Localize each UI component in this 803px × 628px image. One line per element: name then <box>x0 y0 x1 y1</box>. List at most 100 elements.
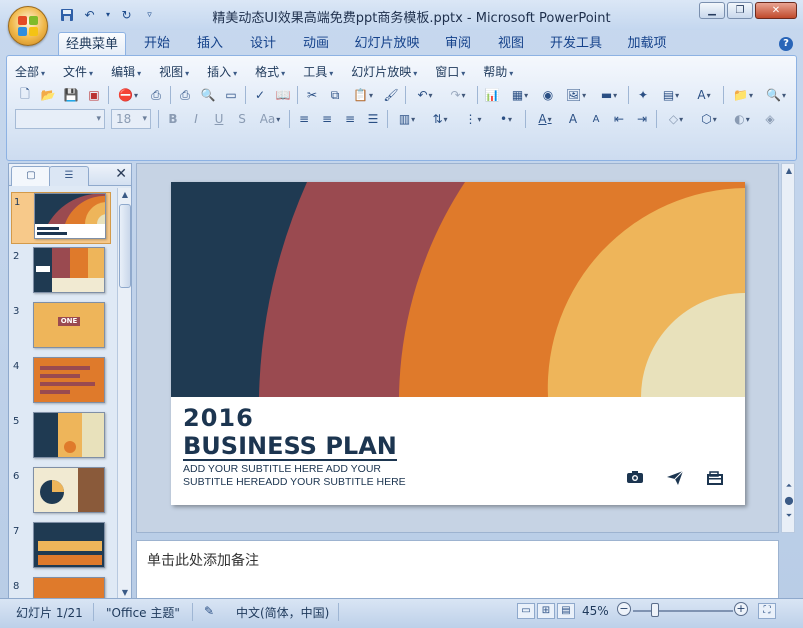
bold-icon[interactable]: B <box>163 109 183 129</box>
chart-icon[interactable]: 📊 <box>482 85 502 105</box>
office-button[interactable] <box>8 6 48 46</box>
tab-insert[interactable]: 插入 <box>191 32 229 56</box>
tab-animation[interactable]: 动画 <box>297 32 335 56</box>
slides-tab[interactable]: ▢ <box>11 166 51 186</box>
previous-slide-icon[interactable]: ⏶ <box>783 480 795 492</box>
next-slide-icon[interactable]: ⏷ <box>783 510 795 522</box>
change-case-icon[interactable]: Aa <box>255 109 285 129</box>
tab-classic-menu[interactable]: 经典菜单 <box>58 32 126 56</box>
slide-sorter-icon[interactable]: ⊞ <box>537 603 555 619</box>
arrange-icon[interactable]: ⬡ <box>694 109 724 129</box>
menu-window[interactable]: 窗口 ▾ <box>435 63 465 81</box>
slide-thumbnail-4[interactable]: 4 <box>11 357 111 409</box>
attach-icon[interactable]: ⎙ <box>146 85 166 105</box>
select-browse-icon[interactable]: ⬤ <box>783 495 795 507</box>
fill-icon[interactable]: ◈ <box>760 109 780 129</box>
zoom-out-icon[interactable]: − <box>617 602 631 616</box>
undo-icon[interactable]: ↶ <box>410 85 440 105</box>
print-icon[interactable]: ⎙ <box>175 85 195 105</box>
slide-thumbnail-2[interactable]: 2 <box>11 247 111 299</box>
table-icon[interactable]: ▦ <box>505 85 535 105</box>
slide-thumbnail-5[interactable]: 5 <box>11 412 111 464</box>
paste-icon[interactable]: 📋 <box>348 85 378 105</box>
font-name-combo[interactable] <box>15 109 105 129</box>
permission-icon[interactable]: ⛔ <box>113 85 143 105</box>
menu-insert[interactable]: 插入 ▾ <box>207 63 237 81</box>
align-center-icon[interactable]: ≡ <box>317 109 337 129</box>
notes-pane[interactable]: 单击此处添加备注 <box>136 540 779 600</box>
spelling-icon[interactable]: ✓ <box>250 85 270 105</box>
shadow-icon[interactable]: S <box>232 109 252 129</box>
restore-button[interactable]: ❐ <box>727 2 753 19</box>
font-size-combo[interactable]: 18 <box>111 109 151 129</box>
tab-view[interactable]: 视图 <box>492 32 530 56</box>
tab-slideshow[interactable]: 幻灯片放映 <box>352 32 422 56</box>
textbox-icon[interactable]: A <box>689 85 719 105</box>
close-button[interactable]: ✕ <box>755 2 797 19</box>
zoom-level[interactable]: 45% <box>582 604 609 618</box>
minimize-button[interactable]: ▁ <box>699 2 725 19</box>
print-preview-icon[interactable]: 🔍 <box>198 85 218 105</box>
zoom-slider-handle[interactable] <box>651 603 659 617</box>
cut-icon[interactable]: ✂ <box>302 85 322 105</box>
color-icon[interactable]: ▬ <box>594 85 624 105</box>
menu-slideshow[interactable]: 幻灯片放映 ▾ <box>351 63 417 81</box>
justify-icon[interactable]: ☰ <box>363 109 383 129</box>
menu-help[interactable]: 帮助 ▾ <box>483 63 513 81</box>
scroll-up-icon[interactable]: ▲ <box>119 189 131 201</box>
fit-to-window-icon[interactable]: ⛶ <box>758 603 776 619</box>
copy-icon[interactable]: ⧉ <box>325 85 345 105</box>
tab-addins[interactable]: 加载项 <box>622 32 672 56</box>
slide-year[interactable]: 2016 <box>183 404 254 432</box>
tab-developer[interactable]: 开发工具 <box>547 32 605 56</box>
new-slide-icon[interactable]: ✦ <box>633 85 653 105</box>
outline-tab[interactable]: ☰ <box>49 166 89 186</box>
shrink-font-icon[interactable]: A <box>586 109 606 129</box>
underline-icon[interactable]: U <box>209 109 229 129</box>
slide-thumbnail-8[interactable]: 8 <box>11 577 111 600</box>
align-left-icon[interactable]: ≡ <box>294 109 314 129</box>
scroll-up-icon[interactable]: ▲ <box>783 165 795 177</box>
slide-thumbnail-7[interactable]: 7 <box>11 522 111 574</box>
menu-view[interactable]: 视图 ▾ <box>159 63 189 81</box>
menu-file[interactable]: 文件 ▾ <box>63 63 93 81</box>
zoom-in-icon[interactable]: + <box>734 602 748 616</box>
tab-home[interactable]: 开始 <box>138 32 176 56</box>
format-painter-icon[interactable]: 🖌 <box>381 85 401 105</box>
screen-icon[interactable]: ▭ <box>221 85 241 105</box>
scroll-thumb[interactable] <box>119 204 131 288</box>
tab-design[interactable]: 设计 <box>244 32 282 56</box>
slide-thumbnail-1[interactable]: 1 <box>11 192 111 244</box>
numbering-icon[interactable]: ⋮ <box>458 109 488 129</box>
open-icon[interactable]: 📂 <box>38 85 58 105</box>
shapes-icon[interactable]: ◇ <box>661 109 691 129</box>
bullets-icon[interactable]: • <box>491 109 521 129</box>
font-color-icon[interactable]: A <box>530 109 560 129</box>
close-icon[interactable]: ✕ <box>115 166 127 182</box>
research-icon[interactable]: 📖 <box>273 85 293 105</box>
editor-scrollbar[interactable]: ▲ ⏶ ⬤ ⏷ <box>781 163 795 533</box>
layout-icon[interactable]: ▤ <box>656 85 686 105</box>
text-box-icon[interactable]: ▥ <box>392 109 422 129</box>
save-icon[interactable]: 💾 <box>61 85 81 105</box>
italic-icon[interactable]: I <box>186 109 206 129</box>
zoom-slider[interactable] <box>633 610 733 612</box>
menu-all[interactable]: 全部 ▾ <box>15 63 45 81</box>
text-direction-icon[interactable]: ⇅ <box>425 109 455 129</box>
new-icon[interactable]: 🗋 <box>15 85 35 105</box>
thumbnail-scrollbar[interactable]: ▲ ▼ <box>117 188 131 600</box>
search-icon[interactable]: 🔍 <box>761 85 791 105</box>
redo-icon[interactable]: ↷ <box>443 85 473 105</box>
menu-tools[interactable]: 工具 ▾ <box>303 63 333 81</box>
slide-thumbnail-3[interactable]: 3 ONE <box>11 302 111 354</box>
grow-font-icon[interactable]: A <box>563 109 583 129</box>
slide-subtitle[interactable]: ADD YOUR SUBTITLE HERE ADD YOUR SUBTITLE… <box>183 463 413 489</box>
decrease-indent-icon[interactable]: ⇤ <box>609 109 629 129</box>
clipart-icon[interactable]: ◉ <box>538 85 558 105</box>
align-right-icon[interactable]: ≡ <box>340 109 360 129</box>
folder-icon[interactable]: 📁 <box>728 85 758 105</box>
increase-indent-icon[interactable]: ⇥ <box>632 109 652 129</box>
spellcheck-icon[interactable]: ✎ <box>204 604 214 618</box>
normal-view-icon[interactable]: ▭ <box>517 603 535 619</box>
slide-title[interactable]: BUSINESS PLAN <box>183 433 397 461</box>
